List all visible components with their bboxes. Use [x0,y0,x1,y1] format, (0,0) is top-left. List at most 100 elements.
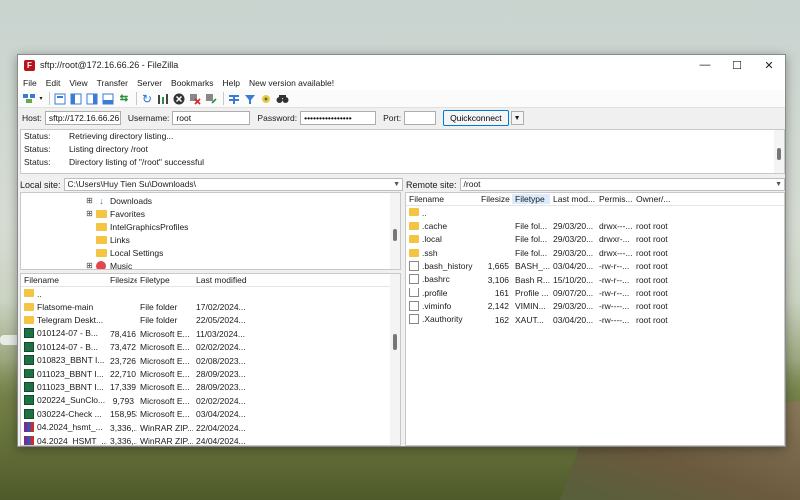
column-filesize[interactable]: Filesize [107,275,137,285]
scrollbar-thumb[interactable] [393,229,397,241]
cell-permissions: -rw----... [599,301,630,312]
dropdown-arrow-icon[interactable]: ▾ [38,92,44,106]
tree-item-links[interactable]: Links [85,233,400,246]
table-row[interactable]: Telegram Deskt... File folder 22/05/2024..… [21,314,400,327]
menu-new-version[interactable]: New version available! [249,78,334,88]
refresh-icon[interactable]: ↻ [140,92,154,106]
table-row[interactable]: .cache File fol... 29/03/20... drwx---... ro… [406,219,784,232]
cell-last-modified: 29/03/20... [553,221,594,232]
cell-filename: Flatsome-main [21,302,107,312]
reconnect-icon[interactable] [204,92,218,106]
password-input[interactable]: •••••••••••••••• [300,111,377,125]
menu-server[interactable]: Server [137,78,162,88]
directory-comparison-icon[interactable] [227,92,241,106]
quickconnect-button[interactable]: Quickconnect [443,110,509,126]
column-filetype[interactable]: Filetype [512,194,550,204]
tree-item-downloads[interactable]: ⊞ ↓ Downloads [85,194,400,207]
table-row[interactable]: 010823_BBNT I... 23,726 Microsoft E... 02/0… [21,354,400,367]
expand-icon[interactable]: ⊞ [85,209,94,218]
scrollbar-thumb[interactable] [393,334,397,350]
sync-browsing-arrows-icon[interactable]: ⇆ [117,92,131,106]
table-row[interactable]: .profile 161 Profile ... 09/07/20... -rw-r--… [406,286,784,299]
table-row[interactable]: .Xauthority 162 XAUT... 03/04/20... -rw----.… [406,313,784,326]
tree-item-music[interactable]: ⊞ Music [85,259,400,270]
maximize-button[interactable]: ☐ [721,55,753,75]
table-row[interactable]: .. [406,206,784,219]
cancel-operation-icon[interactable] [172,92,186,106]
table-row[interactable]: Flatsome-main File folder 17/02/2024... [21,300,400,313]
filename-text: 04.2024_HSMT_... [37,435,107,446]
column-filetype[interactable]: Filetype [137,275,193,285]
log-scrollbar-thumb[interactable] [777,148,781,160]
table-row[interactable]: 020224_SunClo... 9,793 Microsoft E... 02/02… [21,394,400,407]
winrar-archive-icon [24,435,34,445]
toolbar-separator [136,92,137,105]
menu-transfer[interactable]: Transfer [97,78,128,88]
column-last-modified[interactable]: Last mod... [550,194,596,204]
site-manager-icon[interactable] [22,92,36,106]
menu-view[interactable]: View [69,78,87,88]
table-row[interactable]: .bashrc 3,106 Bash R... 15/10/20... -rw-r--.… [406,273,784,286]
table-row[interactable]: 011023_BBNT I... 22,710 Microsoft E... 28/0… [21,367,400,380]
tree-item-favorites[interactable]: ⊞ Favorites [85,207,400,220]
table-row[interactable]: 010124-07 - B... 73,472 Microsoft E... 02/0… [21,341,400,354]
column-filename[interactable]: Filename [21,275,107,285]
table-row[interactable]: .. [21,287,400,300]
table-row[interactable]: .bash_history 1,665 BASH_... 03/04/20... -rw… [406,260,784,273]
username-input[interactable]: root [172,111,251,125]
toggle-local-tree-icon[interactable] [69,92,83,106]
filename-text: .bash_history [422,260,473,271]
close-button[interactable]: ✕ [753,55,785,75]
column-filename[interactable]: Filename [406,194,478,204]
tree-item-intelgraphicsprofiles[interactable]: IntelGraphicsProfiles [85,220,400,233]
table-row[interactable]: 011023_BBNT I... 17,339 Microsoft E... 28/0… [21,381,400,394]
cell-filesize: 3,106 [487,274,509,285]
tree-item-label: Music [110,260,133,270]
minimize-button[interactable]: — [689,55,721,75]
table-row[interactable]: 010124-07 - B... 78,416 Microsoft E... 11/0… [21,327,400,340]
local-path-input[interactable]: C:\Users\Huy Tien Su\Downloads\ ▼ [63,178,403,191]
table-row[interactable]: 030224-Check ... 158,953Microsoft E... 03/… [21,408,400,421]
column-permissions[interactable]: Permis... [596,194,633,204]
table-row[interactable]: .ssh File fol... 29/03/20... drwx---... root… [406,246,784,259]
window-title: sftp://root@172.16.66.26 - FileZilla [40,60,179,70]
remote-site-label: Remote site: [406,179,457,190]
menu-bookmarks[interactable]: Bookmarks [171,78,214,88]
tree-item-local-settings[interactable]: Local Settings [85,246,400,259]
chevron-down-icon[interactable]: ▼ [775,179,782,190]
column-owner-group[interactable]: Owner/... [633,194,678,204]
menu-help[interactable]: Help [223,78,240,88]
local-file-scrollbar[interactable] [390,274,400,445]
expand-icon[interactable]: ⊞ [85,261,94,269]
menu-file[interactable]: File [23,78,37,88]
process-queue-icon[interactable] [156,92,170,106]
cell-owner-group: root root [636,247,668,258]
toggle-queue-icon[interactable] [101,92,115,106]
host-input[interactable]: sftp://172.16.66.26 [44,111,121,125]
cell-filesize: 161 [494,288,509,299]
menu-edit[interactable]: Edit [46,78,61,88]
local-tree-scrollbar[interactable] [390,193,400,269]
expand-icon[interactable]: ⊞ [85,196,94,205]
disconnect-icon[interactable] [188,92,202,106]
toggle-log-icon[interactable] [53,92,67,106]
table-row[interactable]: .viminfo 2,142 VIMIN... 29/03/20... -rw----.… [406,300,784,313]
port-input[interactable] [404,111,437,125]
filezilla-window: F sftp://root@172.16.66.26 - FileZilla —… [17,54,786,447]
table-row[interactable]: .local File fol... 29/03/20... drwxr-... roo… [406,233,784,246]
column-filesize[interactable]: Filesize [478,194,512,204]
table-row[interactable]: 04.2024_hsmt_... 3,336,...WinRAR ZIP...22… [21,421,400,434]
folder-icon [96,209,107,218]
toggle-filter-icon[interactable] [259,92,273,106]
remote-path-input[interactable]: /root ▼ [459,178,785,191]
tree-item-label: Links [110,234,130,245]
toggle-remote-tree-icon[interactable] [85,92,99,106]
cell-filename: .. [21,289,107,299]
quickconnect-history-dropdown[interactable]: ▼ [510,111,524,125]
log-scrollbar[interactable] [774,130,784,173]
table-row[interactable]: 04.2024_HSMT_...3,336,...WinRAR ZIP...24… [21,434,400,446]
filter-icon[interactable] [243,92,257,106]
chevron-down-icon[interactable]: ▼ [393,179,400,190]
search-binoculars-icon[interactable] [275,92,289,106]
column-last-modified[interactable]: Last modified [193,275,273,285]
